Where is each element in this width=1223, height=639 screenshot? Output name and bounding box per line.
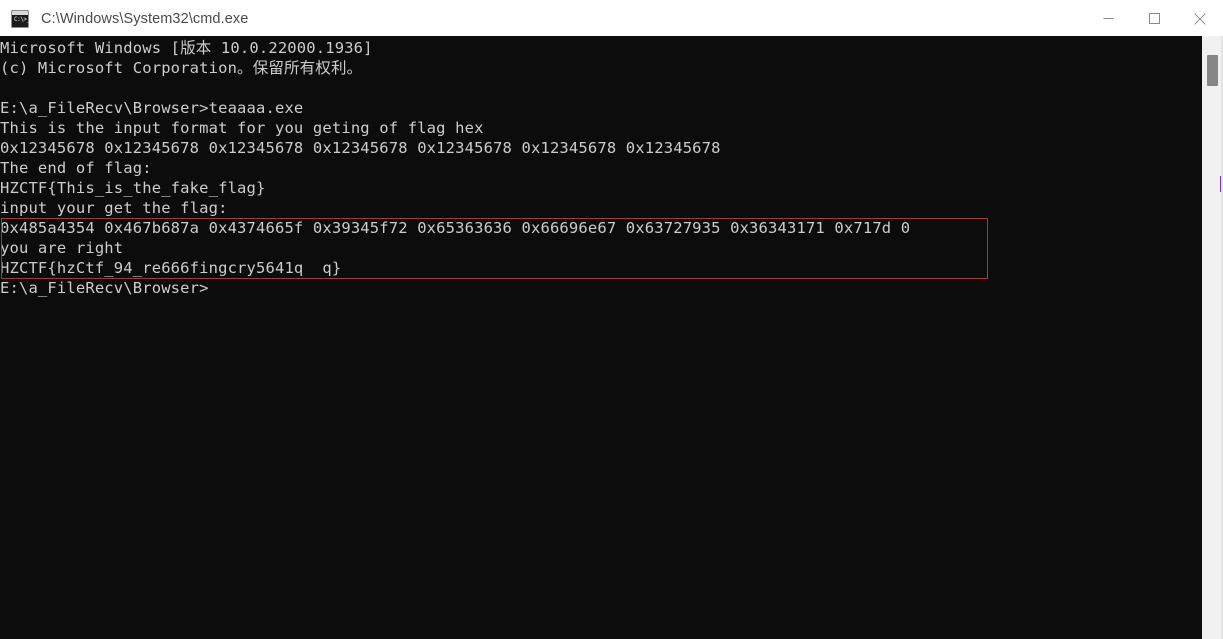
console-line: E:\a_FileRecv\Browser>teaaaa.exe: [0, 99, 304, 117]
cmd-icon-titlebar-strip: [12, 11, 28, 15]
cmd-console-icon: C:\>_: [11, 10, 30, 28]
console-line: 0x485a4354 0x467b687a 0x4374665f 0x39345…: [0, 219, 911, 237]
console-line: 0x12345678 0x12345678 0x12345678 0x12345…: [0, 139, 721, 157]
console-text: Microsoft Windows [版本 10.0.22000.1936] (c…: [0, 38, 910, 298]
console-output-area[interactable]: Microsoft Windows [版本 10.0.22000.1936] (c…: [0, 36, 1202, 639]
window-titlebar: C:\>_ C:\Windows\System32\cmd.exe: [0, 0, 1223, 39]
window-controls: [1085, 0, 1223, 37]
console-line: E:\a_FileRecv\Browser>: [0, 279, 209, 297]
console-line: Microsoft Windows [版本 10.0.22000.1936]: [0, 39, 373, 57]
cmd-window: C:\>_ C:\Windows\System32\cmd.exe Micros…: [0, 0, 1223, 639]
cmd-icon-prompt-glyph: C:\>_: [14, 16, 30, 23]
minimize-button[interactable]: [1085, 0, 1131, 37]
maximize-button[interactable]: [1131, 0, 1177, 37]
console-line: you are right: [0, 239, 124, 257]
console-line: HZCTF{hzCtf_94_re666fingcry5641q q}: [0, 259, 342, 277]
scrollbar-thumb[interactable]: [1207, 55, 1218, 86]
console-line: HZCTF{This_is_the_fake_flag}: [0, 179, 266, 197]
console-scrollbar[interactable]: [1202, 36, 1223, 639]
console-line: The end of flag:: [0, 159, 152, 177]
console-line: This is the input format for you geting …: [0, 119, 484, 137]
close-button[interactable]: [1177, 0, 1223, 37]
minimize-icon: [1103, 18, 1113, 19]
maximize-icon: [1148, 13, 1160, 24]
close-icon: [1194, 12, 1206, 25]
console-line: input your get the flag:: [0, 199, 228, 217]
console-line: (c) Microsoft Corporation。保留所有权利。: [0, 59, 363, 77]
window-title: C:\Windows\System32\cmd.exe: [41, 11, 249, 27]
